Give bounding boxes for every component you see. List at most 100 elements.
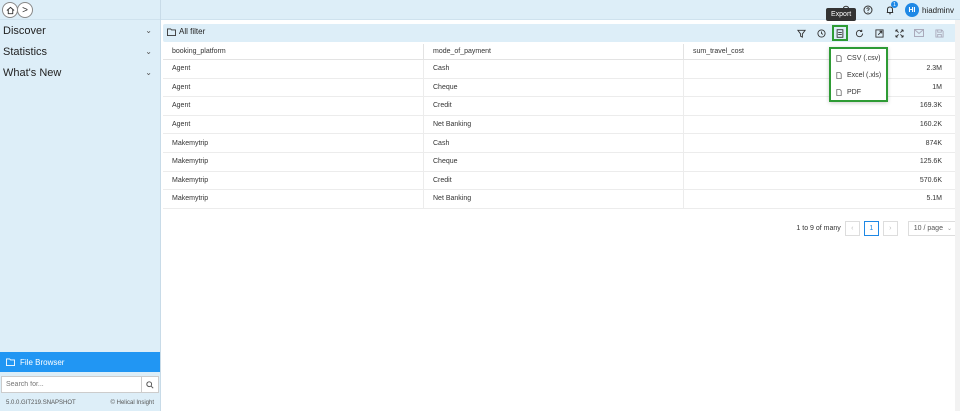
pagination: 1 to 9 of many ‹ 1 › 10 / page ⌄ <box>796 220 956 236</box>
user-menu[interactable]: hiadminv <box>922 6 954 15</box>
export-tooltip: Export <box>826 8 857 21</box>
table-cell: 125.6K <box>683 152 956 171</box>
main-panel: All filter Export booking_platform mode_… <box>163 8 960 411</box>
table-cell: Credit <box>423 171 683 190</box>
email-button[interactable] <box>910 25 928 41</box>
page-number-button[interactable]: 1 <box>863 220 879 236</box>
table-cell: Agent <box>172 121 191 129</box>
top-bar: > 1 HI hiadminv <box>0 0 960 20</box>
brand-name: Helical Insight <box>116 400 154 406</box>
save-icon <box>934 28 944 38</box>
sidebar-item-statistics[interactable]: Statistics ⌄ <box>0 41 160 62</box>
table-row: Makemytrip Net Banking 5.1M <box>163 190 956 209</box>
save-button[interactable] <box>930 25 948 41</box>
brand-logo: © Helical Insight <box>111 400 154 412</box>
table-row: Makemytrip Cash 874K <box>163 134 956 153</box>
table-cell: Cash <box>423 134 683 152</box>
home-icon <box>6 6 14 14</box>
table-cell: Agent <box>172 83 191 91</box>
sidebar-item-label: What's New <box>3 66 62 79</box>
table-row: Makemytrip Cheque 125.6K <box>163 152 956 172</box>
export-excel-item[interactable]: Excel (.xls) <box>831 67 886 83</box>
folder-icon <box>167 27 176 36</box>
file-icon <box>836 88 842 96</box>
sidebar-footer: 5.0.0.GIT219.SNAPSHOT © Helical Insight <box>0 400 160 412</box>
sidebar-item-discover[interactable]: Discover ⌄ <box>0 20 160 41</box>
table-cell: 1M <box>683 78 956 97</box>
table-cell: 874K <box>683 134 956 152</box>
filter-icon <box>796 29 806 38</box>
menu-item-label: PDF <box>847 88 861 96</box>
export-icon <box>836 28 844 38</box>
table-cell: Agent <box>172 65 191 73</box>
chevron-down-icon: ⌄ <box>145 68 152 77</box>
export-button[interactable] <box>832 25 848 41</box>
export-csv-item[interactable]: CSV (.csv) <box>831 50 886 66</box>
mail-icon <box>914 29 924 37</box>
page-size-select[interactable]: 10 / page ⌄ <box>907 220 956 236</box>
table-cell: 5.1M <box>683 190 956 208</box>
help-button[interactable] <box>859 1 877 19</box>
external-link-icon <box>874 28 884 38</box>
table-cell: 570.6K <box>683 171 956 190</box>
fullscreen-button[interactable] <box>890 25 908 41</box>
scrollbar[interactable] <box>955 20 960 411</box>
search-button[interactable] <box>142 376 159 393</box>
prev-page-button[interactable]: ‹ <box>844 220 860 236</box>
chevron-down-icon: ⌄ <box>946 225 952 232</box>
table-cell: Cheque <box>423 152 683 171</box>
notifications-button[interactable]: 1 <box>881 1 899 19</box>
folder-icon <box>6 358 15 366</box>
open-new-window-button[interactable] <box>870 25 888 41</box>
table-cell: Makemytrip <box>172 176 209 184</box>
table-cell: Net Banking <box>423 115 683 134</box>
help-icon <box>863 5 873 15</box>
username: hiadmin <box>921 5 950 15</box>
breadcrumb: > <box>0 0 161 20</box>
table-cell: Makemytrip <box>172 158 209 166</box>
avatar[interactable]: HI <box>904 3 919 17</box>
report-title: All filter <box>179 27 206 36</box>
chevron-down-icon: ⌄ <box>145 47 152 56</box>
table-cell: Net Banking <box>423 190 683 208</box>
page-size-value: 10 / page <box>913 224 943 232</box>
report-toolbar: All filter Export <box>163 8 956 42</box>
column-header[interactable]: sum_travel_cost <box>683 44 956 59</box>
history-button[interactable] <box>812 25 830 41</box>
chevron-right-icon: > <box>22 4 28 16</box>
breadcrumb-next-button[interactable]: > <box>17 2 33 18</box>
file-search <box>1 376 159 393</box>
export-pdf-item[interactable]: PDF <box>831 84 886 100</box>
chevron-down-icon: v <box>950 5 954 15</box>
search-input[interactable] <box>1 376 142 393</box>
table-cell: Cheque <box>423 78 683 97</box>
column-header[interactable]: booking_platform <box>163 48 423 55</box>
table-row: Agent Net Banking 160.2K <box>163 115 956 135</box>
table-cell: Cash <box>423 60 683 78</box>
filter-title: All filter <box>167 27 205 36</box>
next-page-button[interactable]: › <box>882 220 898 236</box>
expand-icon <box>894 28 904 38</box>
sidebar-item-label: Discover <box>3 24 46 37</box>
table-cell: 169.3K <box>683 97 956 115</box>
copyright-icon: © <box>110 400 115 406</box>
refresh-button[interactable] <box>850 25 868 41</box>
table-cell: 160.2K <box>683 115 956 134</box>
table-cell: Makemytrip <box>172 139 209 147</box>
table-row: Makemytrip Credit 570.6K <box>163 171 956 191</box>
column-header[interactable]: mode_of_payment <box>423 44 683 59</box>
chevron-left-icon: ‹ <box>851 224 854 232</box>
version-label: 5.0.0.GIT219.SNAPSHOT <box>6 400 76 406</box>
menu-item-label: CSV (.csv) <box>847 54 881 62</box>
sidebar: Discover ⌄ Statistics ⌄ What's New ⌄ Fil… <box>0 20 161 411</box>
file-icon <box>836 54 842 62</box>
file-browser-button[interactable]: File Browser <box>0 352 160 372</box>
file-icon <box>836 71 842 79</box>
home-button[interactable] <box>2 2 18 18</box>
table-cell: Agent <box>172 102 191 110</box>
filter-button[interactable] <box>792 25 810 41</box>
pagination-summary: 1 to 9 of many <box>796 224 841 232</box>
menu-item-label: Excel (.xls) <box>847 71 882 79</box>
table-cell: Credit <box>423 97 683 115</box>
sidebar-item-whats-new[interactable]: What's New ⌄ <box>0 62 160 83</box>
